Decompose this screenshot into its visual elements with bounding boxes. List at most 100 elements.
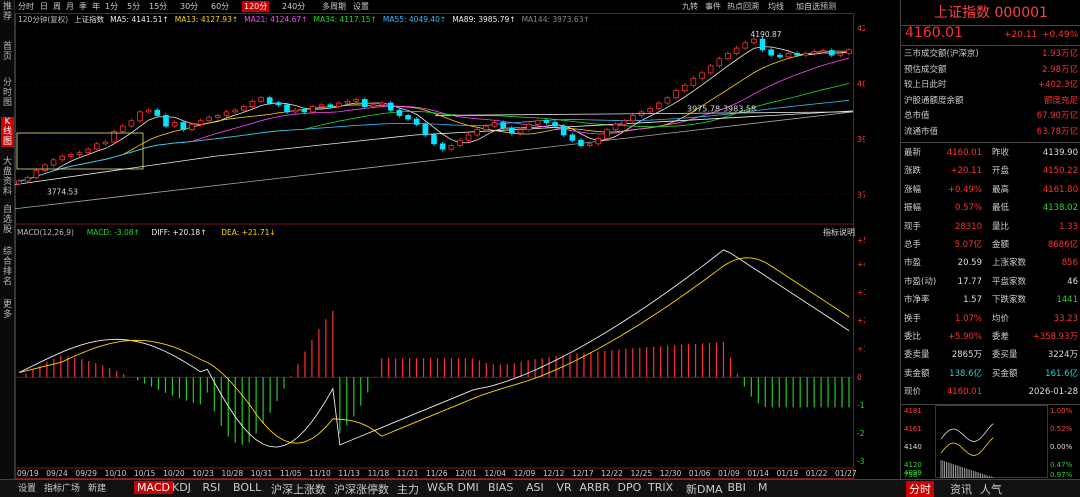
indicator-tab-12[interactable]: BIAS [488,481,513,494]
candle [24,177,31,182]
sidebar-tab-6[interactable]: 综合排名 [1,247,14,287]
info-value: 1.93万亿 [1042,49,1078,59]
date-axis-label: 11/18 [368,469,390,478]
price-axis-label: 4065 [857,80,865,89]
sidebar-tab-7[interactable]: 更多 [1,300,14,320]
tool-2[interactable]: 热点回溯 [727,1,759,12]
indicator-tab-6[interactable]: BOLL [233,481,261,494]
period-13[interactable]: 多周期 [322,1,346,12]
sidebar-tab-0[interactable]: 推荐 [1,2,14,22]
candle [777,54,783,58]
tool-5[interactable]: 预测 [820,1,836,12]
candle [223,111,230,116]
indicator-tab-13[interactable]: ASI [526,481,544,494]
period-3[interactable]: 月 [66,1,74,12]
tool-1[interactable]: 事件 [705,1,721,12]
candle [448,145,455,150]
candle [647,107,653,113]
indicator-tab-7[interactable]: 沪深上涨数 [271,481,326,497]
sidebar-tab-4[interactable]: 大盘资料 [1,157,14,197]
intraday-mini-chart[interactable]: 418141614140412040997561.00%0.52%0.00%0.… [901,405,1080,479]
indicator-tab-11[interactable]: DMI [458,481,479,494]
indicator-tab-9[interactable]: 主力 [397,481,419,497]
period-14[interactable]: 设置 [353,1,369,12]
info-key: 三市成交额(沪深京) [904,49,979,59]
indicator-tab-10[interactable]: W&R [427,481,454,494]
period-11[interactable]: 120分 [242,1,270,12]
quote-value: 20.59 [957,258,982,269]
price-axis-label: 3909 [857,135,865,144]
period-0[interactable]: 分时 [18,1,34,12]
period-7[interactable]: 5分 [127,1,140,12]
candle [690,77,697,86]
period-2[interactable]: 周 [53,1,61,12]
candle [578,139,584,147]
last-price: 4160.01 [905,25,963,41]
mini-axis-left: 4140 [904,443,922,451]
sidebar-tab-5[interactable]: 自选股 [1,205,14,235]
sidebar-tab-1[interactable]: 首页 [1,42,14,62]
indicator-tab-5[interactable]: RSI [203,481,221,494]
date-axis-label: 12/17 [572,469,594,478]
indicator-help-button[interactable]: 指标说明 [823,227,855,237]
period-9[interactable]: 30分 [180,1,198,12]
indicator-tab-20[interactable]: M [758,481,768,494]
tool-3[interactable]: 均线 [768,1,784,12]
indicator-tab-17[interactable]: TRIX [648,481,673,494]
tool-4[interactable]: 加自选 [796,1,820,12]
candle [526,123,532,131]
period-5[interactable]: 年 [92,1,100,12]
quote-value: 2865万 [951,350,982,361]
quote-label: 上涨家数 [992,258,1027,269]
candle [500,122,506,129]
low-annotation: 3774.53 [47,188,78,197]
period-4[interactable]: 季 [79,1,87,12]
period-12[interactable]: 240分 [282,1,305,12]
indicator-tab-1[interactable]: 指标广场 [44,481,80,494]
quote-value: 4161.80 [1042,184,1078,195]
indicator-tab-0[interactable]: 设置 [18,481,36,494]
candle [802,52,809,56]
quote-value: 5.07亿 [954,240,982,250]
indicator-tab-15[interactable]: ARBR [580,481,610,494]
mini-axis-left: 4161 [904,425,922,433]
candle [828,50,835,56]
indicator-tab-3[interactable]: MACD [134,481,173,494]
date-axis-label: 01/22 [806,469,828,478]
indicator-tab-14[interactable]: VR [557,481,572,494]
indicator-tab-19[interactable]: BBI [728,481,746,494]
candle [811,51,818,54]
quote-label: 下跌家数 [992,295,1027,306]
ma5-line [18,46,850,182]
candle [612,123,619,131]
quote-row: 委卖量 2865万 委买量 3224万 [904,348,1078,363]
candle [128,120,135,127]
period-10[interactable]: 60分 [211,1,229,12]
period-1[interactable]: 日 [40,1,48,12]
sidebar-tab-2[interactable]: 分时图 [1,78,14,108]
ma-legend-3: MA13: 4127.93↑ [174,15,239,24]
mini-axis-right: 0.52% [1050,425,1073,433]
period-8[interactable]: 15分 [149,1,167,12]
indicator-tab-16[interactable]: DPO [618,481,642,494]
panel-tab-1[interactable]: 资讯 [950,481,972,497]
indicator-tab-8[interactable]: 沪深涨停数 [334,481,389,497]
indicator-tab-18[interactable]: 新DMA [686,481,723,497]
kline-chart[interactable]: 4222 4065 3909 3752 4190.87 3774.53 3975.78-39… [15,13,865,479]
panel-tab-2[interactable]: 人气 [980,481,1002,497]
quote-value: 4139.90 [1042,148,1078,158]
quote-value: 1.07% [954,313,982,324]
mini-avg-line [940,437,994,456]
panel-tab-0[interactable]: 分时 [906,481,934,497]
tool-0[interactable]: 九转 [682,1,698,12]
price-axis-label: 3752 [857,191,865,200]
date-axis-label: 11/26 [426,469,448,478]
indicator-tab-4[interactable]: KDJ [172,481,191,494]
mini-axis-right: 0.47% [1050,461,1073,469]
period-6[interactable]: 1分 [105,1,118,12]
sidebar-tab-3[interactable]: K线图 [1,117,14,147]
indicator-tab-2[interactable]: 新建 [88,481,106,494]
candle [310,106,316,113]
ma-legend-0: 120分钟(复权) [18,15,69,24]
mini-axis-left: 756 [904,471,918,479]
